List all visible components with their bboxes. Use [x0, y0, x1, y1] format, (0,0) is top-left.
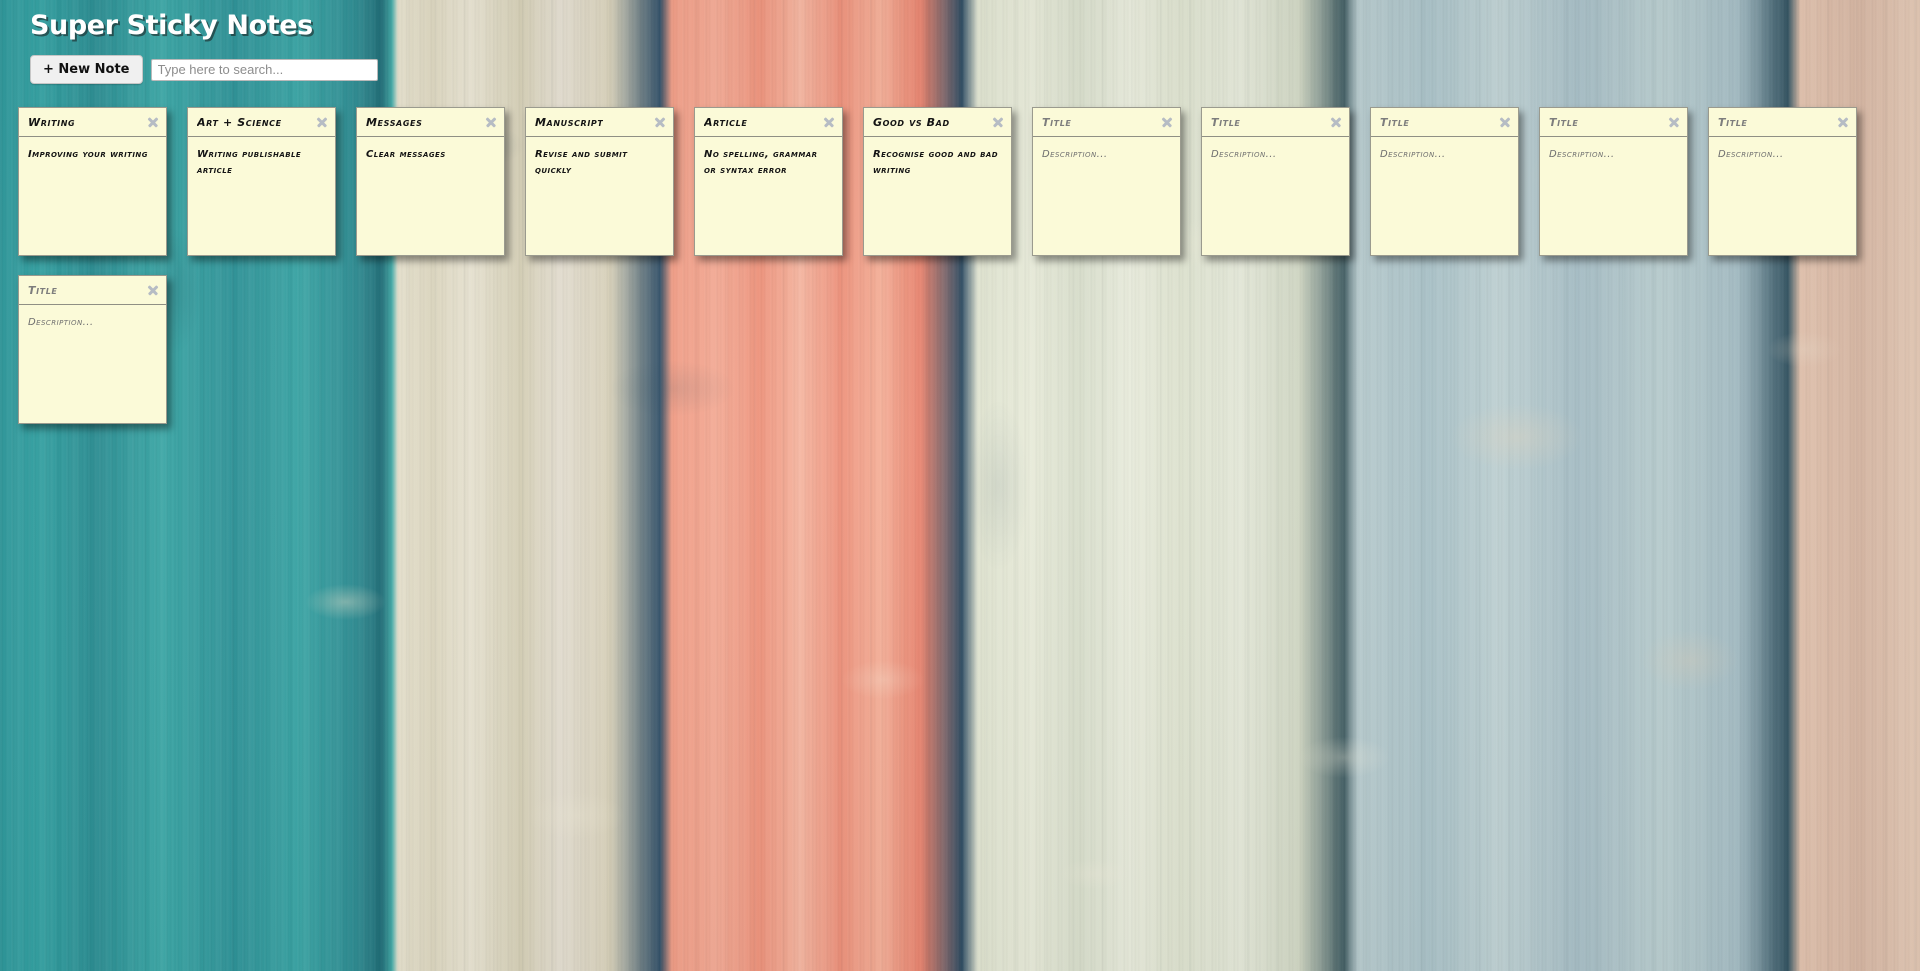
- note-title[interactable]: Good vs Bad: [873, 116, 950, 129]
- sticky-note[interactable]: Title Description...: [18, 275, 167, 424]
- sticky-note[interactable]: Title Description...: [1201, 107, 1350, 256]
- close-icon[interactable]: [1329, 115, 1343, 129]
- sticky-notes-app: Super Sticky Notes + New Note Writing Imp…: [0, 0, 1920, 971]
- sticky-note[interactable]: Manuscript Revise and submit quickly: [525, 107, 674, 256]
- note-title[interactable]: Title: [1211, 116, 1241, 129]
- close-icon[interactable]: [653, 115, 667, 129]
- close-icon[interactable]: [822, 115, 836, 129]
- note-body[interactable]: Description...: [1033, 137, 1180, 255]
- note-body[interactable]: Description...: [1202, 137, 1349, 255]
- search-input[interactable]: [150, 58, 378, 81]
- sticky-note[interactable]: Article No spelling, grammar or syntax er…: [694, 107, 843, 256]
- close-icon[interactable]: [315, 115, 329, 129]
- new-note-button[interactable]: + New Note: [30, 55, 143, 84]
- page-title: Super Sticky Notes: [30, 10, 313, 41]
- note-title[interactable]: Title: [1718, 116, 1748, 129]
- note-body[interactable]: Clear messages: [357, 137, 504, 255]
- note-body[interactable]: Description...: [1540, 137, 1687, 255]
- note-header: Writing: [19, 108, 166, 137]
- sticky-note[interactable]: Messages Clear messages: [356, 107, 505, 256]
- note-body[interactable]: Writing publishable article: [188, 137, 335, 255]
- sticky-note[interactable]: Title Description...: [1032, 107, 1181, 256]
- note-header: Good vs Bad: [864, 108, 1011, 137]
- sticky-note[interactable]: Title Description...: [1370, 107, 1519, 256]
- note-header: Art + Science: [188, 108, 335, 137]
- note-header: Manuscript: [526, 108, 673, 137]
- close-icon[interactable]: [146, 283, 160, 297]
- sticky-note[interactable]: Title Description...: [1708, 107, 1857, 256]
- note-body[interactable]: Revise and submit quickly: [526, 137, 673, 255]
- note-header: Messages: [357, 108, 504, 137]
- close-icon[interactable]: [991, 115, 1005, 129]
- close-icon[interactable]: [1667, 115, 1681, 129]
- close-icon[interactable]: [1498, 115, 1512, 129]
- note-body[interactable]: No spelling, grammar or syntax error: [695, 137, 842, 255]
- note-header: Title: [1540, 108, 1687, 137]
- note-title[interactable]: Art + Science: [197, 116, 282, 129]
- note-title[interactable]: Messages: [366, 116, 422, 129]
- note-title[interactable]: Title: [1380, 116, 1410, 129]
- note-header: Title: [1033, 108, 1180, 137]
- note-header: Title: [1202, 108, 1349, 137]
- note-header: Article: [695, 108, 842, 137]
- sticky-note[interactable]: Art + Science Writing publishable article: [187, 107, 336, 256]
- note-header: Title: [1709, 108, 1856, 137]
- note-title[interactable]: Manuscript: [535, 116, 603, 129]
- note-body[interactable]: Recognise good and bad writing: [864, 137, 1011, 255]
- note-body[interactable]: Description...: [1371, 137, 1518, 255]
- note-title[interactable]: Title: [1042, 116, 1072, 129]
- sticky-note[interactable]: Title Description...: [1539, 107, 1688, 256]
- note-title[interactable]: Title: [28, 284, 58, 297]
- note-body[interactable]: Description...: [19, 305, 166, 423]
- note-title[interactable]: Writing: [28, 116, 75, 129]
- sticky-note[interactable]: Writing Improving your writing: [18, 107, 167, 256]
- notes-board: Writing Improving your writing Art + Scien…: [18, 107, 1902, 424]
- note-body[interactable]: Improving your writing: [19, 137, 166, 255]
- app-header: Super Sticky Notes + New Note: [0, 0, 1920, 84]
- close-icon[interactable]: [1160, 115, 1174, 129]
- toolbar: + New Note: [30, 55, 1920, 84]
- close-icon[interactable]: [146, 115, 160, 129]
- close-icon[interactable]: [484, 115, 498, 129]
- note-title[interactable]: Article: [704, 116, 747, 129]
- note-title[interactable]: Title: [1549, 116, 1579, 129]
- note-header: Title: [19, 276, 166, 305]
- note-body[interactable]: Description...: [1709, 137, 1856, 255]
- close-icon[interactable]: [1836, 115, 1850, 129]
- note-header: Title: [1371, 108, 1518, 137]
- sticky-note[interactable]: Good vs Bad Recognise good and bad writin…: [863, 107, 1012, 256]
